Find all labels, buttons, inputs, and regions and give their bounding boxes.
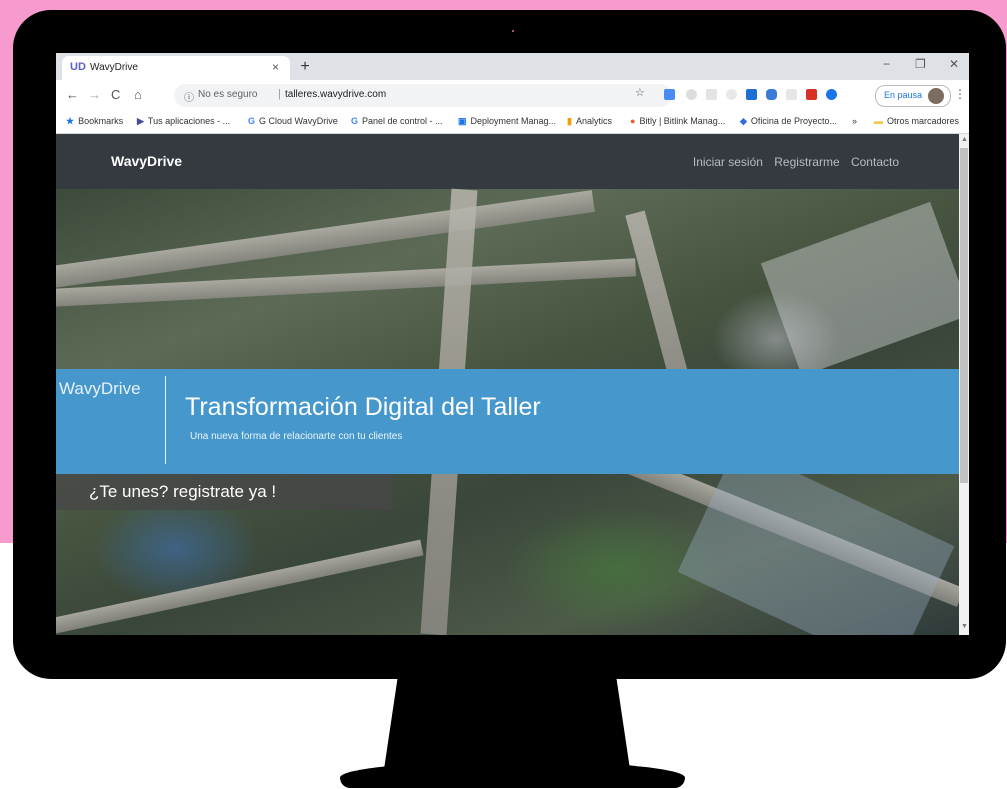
tab-title: WavyDrive <box>90 62 138 73</box>
bookmark-item[interactable]: ◆ Oficina de Proyecto... <box>740 116 837 127</box>
bookmark-item[interactable]: G Panel de control - ... <box>351 116 443 126</box>
minimize-icon[interactable]: − <box>883 57 890 71</box>
banner-divider <box>165 376 166 464</box>
webcam-dot <box>512 30 514 32</box>
cta-text: ¿Te unes? registrate ya ! <box>89 482 277 501</box>
profile-button[interactable]: En pausa <box>875 85 951 107</box>
bookmark-item[interactable]: ▮ Analytics <box>567 116 612 127</box>
extension-translate-icon[interactable] <box>664 89 675 100</box>
hero-aerial-image: WavyDrive Transformación Digital del Tal… <box>56 188 959 635</box>
bookmarks-overflow-button[interactable]: » <box>852 116 857 126</box>
analytics-icon: ▮ <box>567 116 572 126</box>
banner-brand: WavyDrive <box>59 379 141 398</box>
extension-page-icon[interactable] <box>706 89 717 100</box>
bookmark-item[interactable]: ● Bitly | Bitlink Manag... <box>630 116 725 126</box>
monitor-stand-neck <box>383 676 631 776</box>
info-icon[interactable]: ⓘ <box>184 89 194 104</box>
home-icon[interactable]: ⌂ <box>134 87 142 102</box>
menu-kebab-icon[interactable]: ⋮ <box>954 87 966 101</box>
forward-icon[interactable]: → <box>88 87 101 102</box>
apps-icon: ▶ <box>137 116 144 126</box>
bookmark-item[interactable]: ★ Bookmarks <box>66 116 123 127</box>
wavydrive-favicon-icon: UD <box>70 61 86 73</box>
banner-subtitle: Una nueva forma de relacionarte con tu c… <box>190 431 403 442</box>
browser-tab[interactable]: UD WavyDrive × <box>62 56 290 80</box>
nav-contact-link[interactable]: Contacto <box>851 155 899 169</box>
google-icon: G <box>248 116 256 126</box>
bookmark-item[interactable]: ▣ Deployment Manag... <box>458 116 556 127</box>
folder-icon: ▬ <box>874 116 883 126</box>
site-navbar: WavyDrive Iniciar sesión Registrarme Con… <box>56 134 959 189</box>
avatar <box>928 88 944 104</box>
scroll-up-icon[interactable]: ▲ <box>961 136 968 143</box>
restore-icon[interactable]: ❐ <box>915 57 926 71</box>
extension-box-icon[interactable] <box>786 89 797 100</box>
screen: UD WavyDrive × + − ❐ ✕ ← → C ⌂ ⓘ No es s… <box>56 53 969 635</box>
nav-login-link[interactable]: Iniciar sesión <box>693 155 763 169</box>
other-bookmarks-folder[interactable]: ▬ Otros marcadores <box>874 116 959 126</box>
extension-red-icon[interactable] <box>806 89 817 100</box>
web-page: WavyDrive Iniciar sesión Registrarme Con… <box>56 134 959 635</box>
bookmarks-bar: ★ Bookmarks ▶ Tus aplicaciones - ... GG Cl… <box>56 111 969 134</box>
url-text[interactable]: talleres.wavydrive.com <box>285 89 386 100</box>
highway-road <box>56 539 424 635</box>
profile-status: En pausa <box>884 90 923 100</box>
extension-circle-icon[interactable] <box>686 89 697 100</box>
back-icon[interactable]: ← <box>66 87 79 102</box>
omnibox-separator: | <box>278 88 281 100</box>
bookmarks-star-icon: ★ <box>66 116 75 126</box>
extension-blue-icon[interactable] <box>826 89 837 100</box>
scroll-thumb[interactable] <box>960 148 968 483</box>
monitor-stand-base <box>340 762 685 788</box>
tab-close-icon[interactable]: × <box>272 60 279 74</box>
tab-strip: UD WavyDrive × + − ❐ ✕ <box>56 53 969 80</box>
bitly-icon: ● <box>630 116 636 126</box>
office-icon: ◆ <box>740 116 747 126</box>
bookmark-item[interactable]: ▶ Tus aplicaciones - ... <box>137 116 230 127</box>
banner-title: Transformación Digital del Taller <box>185 393 541 421</box>
new-tab-button[interactable]: + <box>296 58 314 76</box>
site-brand[interactable]: WavyDrive <box>111 153 182 169</box>
bookmark-item[interactable]: GG Cloud WavyDrive <box>248 116 338 126</box>
page-scrollbar[interactable]: ▲ ▼ <box>959 134 969 635</box>
bookmark-star-icon[interactable]: ☆ <box>635 86 645 99</box>
close-window-icon[interactable]: ✕ <box>949 57 959 71</box>
browser-toolbar: ← → C ⌂ ⓘ No es seguro | talleres.wavydr… <box>56 80 969 111</box>
deployment-icon: ▣ <box>458 116 467 126</box>
address-bar[interactable]: ⓘ No es seguro | talleres.wavydrive.com <box>174 84 672 107</box>
extension-download-icon[interactable] <box>746 89 757 100</box>
hero-banner: WavyDrive Transformación Digital del Tal… <box>56 369 959 474</box>
extension-ring-icon[interactable] <box>726 89 737 100</box>
extension-chat-icon[interactable] <box>766 89 777 100</box>
buildings-block <box>760 201 959 377</box>
reload-icon[interactable]: C <box>111 87 120 102</box>
security-text: No es seguro <box>198 89 258 100</box>
google-icon: G <box>351 116 359 126</box>
register-cta[interactable]: ¿Te unes? registrate ya ! <box>56 474 393 510</box>
site-nav-links: Iniciar sesión Registrarme Contacto <box>685 155 899 169</box>
nav-register-link[interactable]: Registrarme <box>774 155 839 169</box>
scroll-down-icon[interactable]: ▼ <box>961 623 968 630</box>
